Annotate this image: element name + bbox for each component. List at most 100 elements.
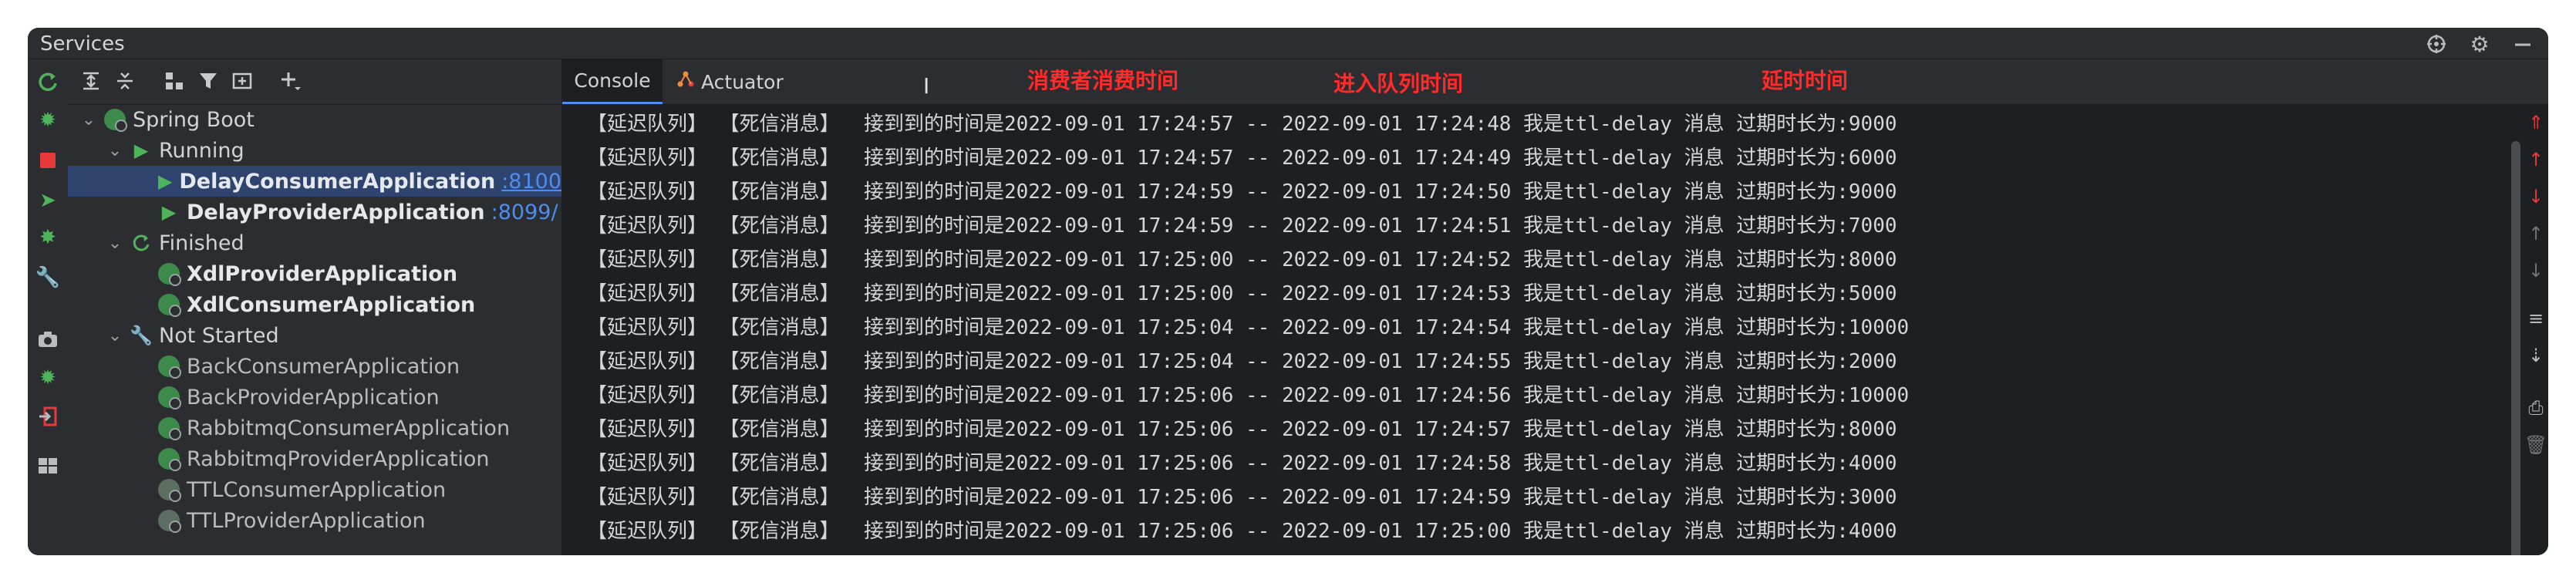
tree-item-ttl-consumer[interactable]: TTLConsumerApplication <box>68 474 561 505</box>
chevron-down-icon[interactable]: ⌄ <box>79 110 99 130</box>
spring-boot-app-icon <box>157 416 181 440</box>
port-link[interactable]: :8100 <box>501 170 561 194</box>
print-icon[interactable]: ⎙ <box>2525 397 2547 419</box>
tree-node-spring-boot[interactable]: ⌄ Spring Boot <box>68 104 561 135</box>
chevron-down-icon[interactable]: ⌄ <box>105 326 125 345</box>
tree-item-xdl-provider[interactable]: XdlProviderApplication <box>68 258 561 289</box>
vertical-scrollbar[interactable] <box>2511 141 2520 555</box>
collapse-all-icon[interactable] <box>111 67 139 95</box>
tree-item-rabbitmq-provider[interactable]: RabbitmqProviderApplication <box>68 443 561 474</box>
profiler-icon[interactable]: ✸ <box>35 224 61 251</box>
port-link[interactable]: :8099/ <box>491 201 558 224</box>
title-bar-icons: ⚙ <box>2423 31 2536 57</box>
add-icon[interactable] <box>276 67 304 95</box>
app-name: BackProviderApplication <box>187 385 440 409</box>
app-name: TTLProviderApplication <box>187 508 426 533</box>
app-name: RabbitmqProviderApplication <box>187 447 490 471</box>
run-icon: ▶ <box>133 140 149 161</box>
tree-node-not-started[interactable]: ⌄ 🔧 Not Started <box>68 320 561 351</box>
tree-item-xdl-consumer[interactable]: XdlConsumerApplication <box>68 289 561 320</box>
arrow-down-icon[interactable]: ↓ <box>2525 186 2547 207</box>
tab-console[interactable]: Console <box>562 59 663 104</box>
run-icon: ▶ <box>157 170 173 192</box>
console-tabs: Console Actuator 消费者消费时间 进入队列时间 延时时间 I <box>562 59 2548 105</box>
tree-item-delay-provider[interactable]: ▶ DelayProviderApplication :8099/ <box>68 197 561 227</box>
console-line: 【延迟队列】 【死信消息】 接到到的时间是2022-09-01 17:24:57… <box>587 147 1897 170</box>
stop-icon[interactable] <box>35 147 61 174</box>
tree-node-label: Spring Boot <box>133 107 255 132</box>
console-output[interactable]: 【延迟队列】 【死信消息】 接到到的时间是2022-09-01 17:24:57… <box>562 107 2487 555</box>
services-tree-panel: ⌄ Spring Boot ⌄ ▶ Running ▶ DelayConsume… <box>68 59 562 555</box>
expand-all-icon[interactable] <box>77 67 105 95</box>
spring-boot-app-icon <box>157 447 181 471</box>
app-name: TTLConsumerApplication <box>187 477 447 502</box>
spring-boot-app-icon <box>157 478 181 502</box>
tree-node-label: Finished <box>159 231 244 255</box>
tree-item-delay-consumer[interactable]: ▶ DelayConsumerApplication :8100 <box>68 166 561 197</box>
soft-wrap-icon[interactable]: ≡ <box>2525 308 2547 329</box>
scroll-up-red-icon[interactable]: ⇑ <box>2525 112 2547 133</box>
tree-node-running[interactable]: ⌄ ▶ Running <box>68 135 561 166</box>
annotation-delay-time: 延时时间 <box>1762 68 1849 93</box>
spring-boot-app-icon <box>157 509 181 533</box>
crosshair-icon[interactable] <box>2423 31 2450 57</box>
console-panel: Console Actuator 消费者消费时间 进入队列时间 延时时间 I 【… <box>562 59 2548 555</box>
debug-icon[interactable]: ✹ <box>35 107 61 133</box>
annotation-enqueue-time: 进入队列时间 <box>1334 71 1464 96</box>
wrench-icon: 🔧 <box>130 325 153 346</box>
tree-toolbar <box>68 59 561 105</box>
window-title: Services <box>40 32 125 56</box>
tab-label: Console <box>574 69 651 92</box>
run-with-coverage-icon[interactable]: ➤ <box>35 187 61 214</box>
tree-item-ttl-provider[interactable]: TTLProviderApplication <box>68 505 561 536</box>
console-line: 【延迟队列】 【死信消息】 接到到的时间是2022-09-01 17:25:06… <box>587 520 1897 543</box>
new-tab-icon[interactable] <box>228 67 256 95</box>
filter-icon[interactable] <box>194 67 222 95</box>
minimize-icon[interactable] <box>2510 31 2536 57</box>
trash-icon[interactable]: 🗑 <box>2524 434 2547 456</box>
debug-settings-icon[interactable]: ✹ <box>35 365 61 391</box>
wrench-icon[interactable]: 🔧 <box>35 265 61 291</box>
tree-item-rabbitmq-consumer[interactable]: RabbitmqConsumerApplication <box>68 413 561 443</box>
chevron-down-icon[interactable]: ⌄ <box>105 234 125 253</box>
text-cursor-icon: I <box>923 73 930 99</box>
annotation-consume-time: 消费者消费时间 <box>1027 68 1179 93</box>
actuator-icon <box>676 70 695 93</box>
app-name: XdlConsumerApplication <box>187 292 476 317</box>
arrow-down-disabled-icon: ↓ <box>2527 260 2544 281</box>
console-line: 【延迟队列】 【死信消息】 接到到的时间是2022-09-01 17:25:06… <box>587 418 1897 441</box>
gear-icon[interactable]: ⚙ <box>2466 31 2493 57</box>
tab-actuator[interactable]: Actuator <box>676 59 792 104</box>
tree-node-finished[interactable]: ⌄ Finished <box>68 227 561 258</box>
app-name: DelayConsumerApplication <box>179 169 496 194</box>
console-line: 【延迟队列】 【死信消息】 接到到的时间是2022-09-01 17:25:04… <box>587 316 1910 339</box>
spring-boot-app-icon <box>157 386 181 409</box>
left-action-toolbar: ✹ ➤ ✸ 🔧 ✹ <box>28 59 69 555</box>
services-tree: ⌄ Spring Boot ⌄ ▶ Running ▶ DelayConsume… <box>68 104 561 555</box>
spring-boot-icon <box>103 108 127 132</box>
run-icon: ▶ <box>161 201 177 223</box>
group-by-icon[interactable] <box>160 67 188 95</box>
login-icon[interactable] <box>35 403 61 430</box>
chevron-down-icon[interactable]: ⌄ <box>105 141 125 160</box>
camera-icon[interactable] <box>35 326 61 352</box>
tree-item-back-consumer[interactable]: BackConsumerApplication <box>68 351 561 382</box>
console-line: 【延迟队列】 【死信消息】 接到到的时间是2022-09-01 17:25:06… <box>587 486 1897 509</box>
console-line: 【延迟队列】 【死信消息】 接到到的时间是2022-09-01 17:25:00… <box>587 248 1897 271</box>
app-name: XdlProviderApplication <box>187 261 458 286</box>
console-line: 【延迟队列】 【死信消息】 接到到的时间是2022-09-01 17:24:59… <box>587 180 1897 204</box>
services-window: Services ⚙ ✹ ➤ ✸ 🔧 ✹ ⌄ Spring Boot ⌄ ▶ R… <box>28 28 2548 555</box>
tree-node-label: Not Started <box>159 323 279 348</box>
spring-boot-app-icon <box>157 355 181 379</box>
arrow-up-icon[interactable]: ↑ <box>2525 149 2547 170</box>
console-line: 【延迟队列】 【死信消息】 接到到的时间是2022-09-01 17:25:06… <box>587 384 1910 407</box>
spring-boot-app-icon <box>157 262 181 286</box>
layout-icon[interactable] <box>35 453 61 479</box>
scroll-to-end-icon[interactable]: ⇣ <box>2525 345 2547 366</box>
console-line: 【延迟队列】 【死信消息】 接到到的时间是2022-09-01 17:25:06… <box>587 452 1897 475</box>
console-line: 【延迟队列】 【死信消息】 接到到的时间是2022-09-01 17:25:00… <box>587 282 1897 305</box>
tab-label: Actuator <box>701 70 784 93</box>
console-line: 【延迟队列】 【死信消息】 接到到的时间是2022-09-01 17:24:59… <box>587 214 1897 238</box>
tree-item-back-provider[interactable]: BackProviderApplication <box>68 382 561 413</box>
rerun-icon[interactable] <box>35 69 61 95</box>
